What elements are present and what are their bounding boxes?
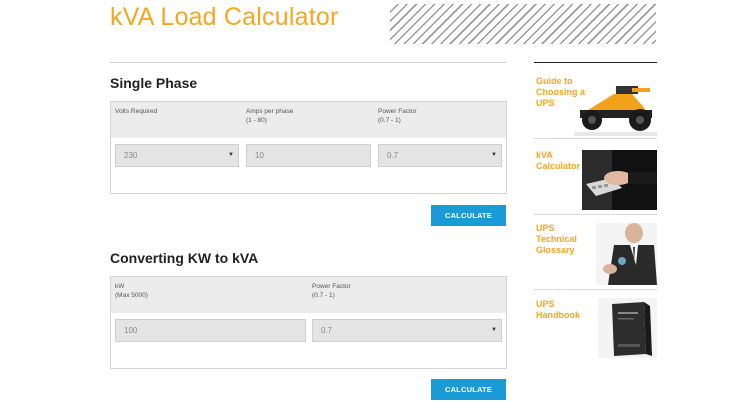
handbook-image: [598, 298, 657, 358]
sidebar-divider: [534, 289, 657, 290]
race-car-image: [574, 80, 657, 136]
power-factor-value: 0.7: [387, 151, 399, 160]
businessman-image: [596, 223, 657, 285]
chevron-down-icon: ▼: [491, 327, 497, 333]
chevron-down-icon: ▼: [491, 152, 497, 158]
sidebar-label-glossary: UPS Technical Glossary: [536, 223, 577, 256]
sidebar-label-line: Guide to: [536, 76, 573, 86]
single-phase-calculate-button[interactable]: CALCULATE: [431, 205, 506, 226]
amps-input[interactable]: 10: [246, 144, 371, 167]
header-stripes-decoration: [390, 4, 656, 44]
single-phase-panel: Volts Required Amps per phase (1 - 80) P…: [110, 101, 507, 194]
sidebar-item-kva-calculator[interactable]: kVA Calculator: [534, 146, 657, 210]
sidebar-item-handbook[interactable]: UPS Handbook: [534, 296, 657, 360]
kw-power-factor-select[interactable]: 0.7 ▼: [312, 319, 502, 342]
sidebar-label-line: UPS: [536, 98, 555, 108]
kw-calculate-button[interactable]: CALCULATE: [431, 379, 506, 400]
volts-label: Volts Required: [115, 108, 158, 115]
sidebar-label-line: Glossary: [536, 245, 575, 255]
sidebar-top-rule: [534, 62, 657, 63]
power-factor-range-label: (0.7 - 1): [312, 292, 335, 299]
amps-label: Amps per phase: [246, 108, 294, 115]
sidebar-label-line: Technical: [536, 234, 577, 244]
kw-power-factor-value: 0.7: [321, 326, 333, 335]
sidebar-label-line: kVA: [536, 150, 553, 160]
sidebar-label-guide: Guide to Choosing a UPS: [536, 76, 585, 109]
kw-range-label: (Max 5000): [115, 292, 148, 299]
kw-to-kva-title: Converting KW to kVA: [110, 250, 259, 266]
sidebar-divider: [534, 214, 657, 215]
sidebar-label-kva: kVA Calculator: [536, 150, 580, 172]
single-phase-header: [111, 102, 506, 138]
amps-range-label: (1 - 80): [246, 117, 267, 124]
power-factor-range-label: (0.7 - 1): [378, 117, 401, 124]
power-factor-label: Power Factor: [312, 283, 351, 290]
sidebar-item-glossary[interactable]: UPS Technical Glossary: [534, 221, 657, 285]
sidebar-label-handbook: UPS Handbook: [536, 299, 580, 321]
volts-select[interactable]: 230 ▼: [115, 144, 239, 167]
page-title: kVA Load Calculator: [110, 3, 339, 31]
sidebar-divider: [534, 138, 657, 139]
kw-to-kva-header: [111, 277, 506, 313]
divider: [110, 62, 506, 63]
amps-value: 10: [255, 151, 264, 160]
single-phase-title: Single Phase: [110, 75, 198, 91]
kw-label: kW: [115, 283, 125, 290]
chevron-down-icon: ▼: [228, 152, 234, 158]
sidebar-label-line: Handbook: [536, 310, 580, 320]
power-factor-label: Power Factor: [378, 108, 417, 115]
calculator-hand-image: [582, 150, 657, 210]
sidebar-label-line: UPS: [536, 299, 555, 309]
kw-input[interactable]: 100: [115, 319, 306, 342]
sidebar-label-line: Choosing a: [536, 87, 585, 97]
kw-to-kva-panel: kW (Max 5000) Power Factor (0.7 - 1) 100…: [110, 276, 507, 369]
sidebar-label-line: UPS: [536, 223, 555, 233]
kw-value: 100: [124, 326, 138, 335]
volts-value: 230: [124, 151, 138, 160]
power-factor-select[interactable]: 0.7 ▼: [378, 144, 502, 167]
sidebar-label-line: Calculator: [536, 161, 581, 171]
sidebar-item-guide[interactable]: Guide to Choosing a UPS: [534, 74, 657, 136]
